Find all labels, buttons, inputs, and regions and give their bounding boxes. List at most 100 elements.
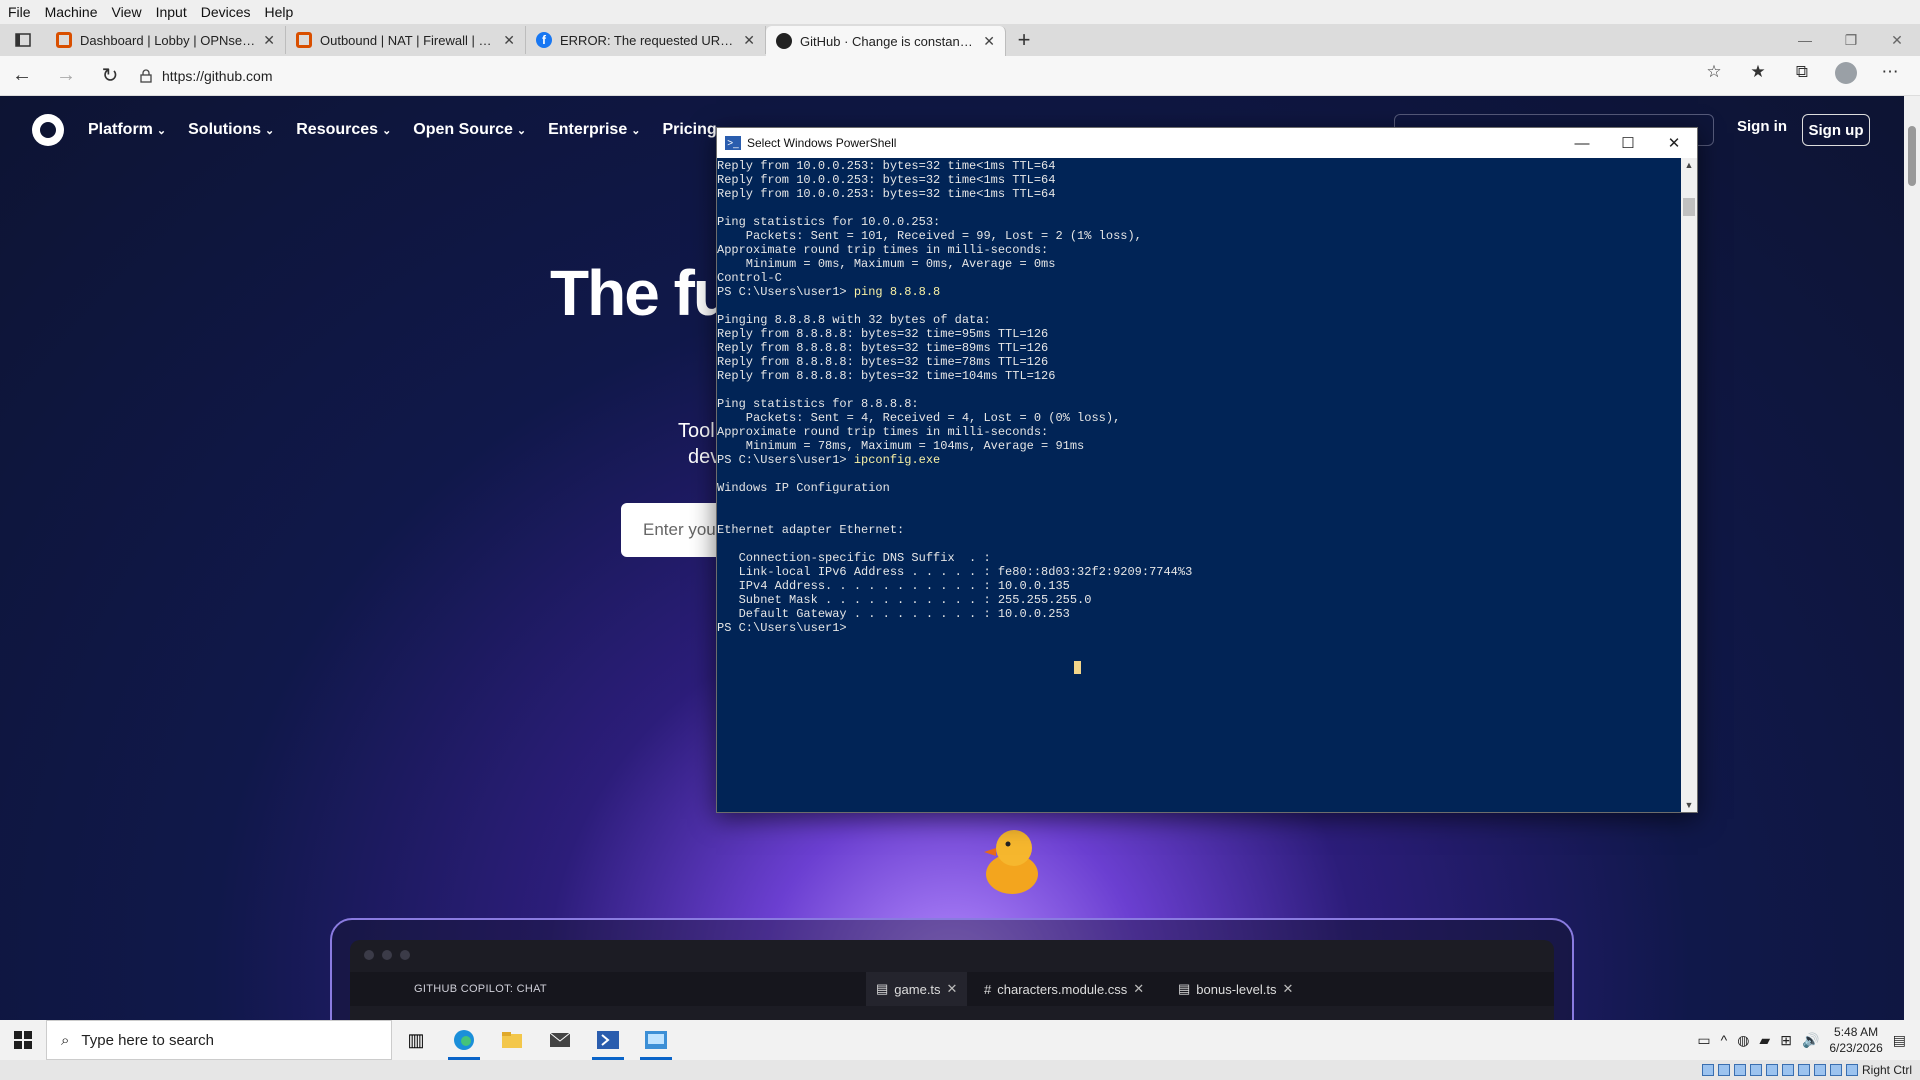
console-line: Reply from 8.8.8.8: bytes=32 time=95ms T… xyxy=(717,327,1681,341)
console-text: IPv4 Address. . . . . . . . . . . : 10.0… xyxy=(717,579,1070,593)
powershell-window[interactable]: >_ Select Windows PowerShell — ☐ ✕ Reply… xyxy=(716,127,1698,813)
scrollbar-thumb[interactable] xyxy=(1683,198,1695,216)
back-button[interactable]: ← xyxy=(0,64,44,87)
shared-folders-icon[interactable] xyxy=(1781,1064,1794,1076)
chevron-up-icon[interactable]: ^ xyxy=(1721,1032,1728,1048)
nav-enterprise[interactable]: Enterprise ⌄ xyxy=(548,121,640,139)
menu-input[interactable]: Input xyxy=(156,4,187,20)
battery-icon[interactable]: ▰ xyxy=(1759,1032,1770,1049)
console-output[interactable]: Reply from 10.0.0.253: bytes=32 time<1ms… xyxy=(717,158,1681,812)
start-button[interactable] xyxy=(0,1020,46,1060)
tab-github[interactable]: GitHub · Change is constant. Git ✕ xyxy=(766,26,1006,56)
close-tab-icon[interactable]: ✕ xyxy=(503,32,515,49)
menu-devices[interactable]: Devices xyxy=(201,4,251,20)
powershell-titlebar[interactable]: >_ Select Windows PowerShell — ☐ ✕ xyxy=(717,128,1697,158)
recording-icon[interactable] xyxy=(1813,1064,1826,1076)
console-line: Minimum = 78ms, Maximum = 104ms, Average… xyxy=(717,439,1681,453)
console-line: Reply from 10.0.0.253: bytes=32 time<1ms… xyxy=(717,159,1681,173)
console-scrollbar[interactable]: ▲ ▼ xyxy=(1681,158,1697,812)
more-icon[interactable]: ⋯ xyxy=(1872,62,1908,89)
control-panel-icon[interactable] xyxy=(632,1020,680,1060)
display-icon[interactable] xyxy=(1797,1064,1810,1076)
tab-opnsense-nat[interactable]: Outbound | NAT | Firewall | OPN ✕ xyxy=(286,26,526,54)
console-line: Reply from 8.8.8.8: bytes=32 time=104ms … xyxy=(717,369,1681,383)
menu-machine[interactable]: Machine xyxy=(45,4,98,20)
page-scrollbar[interactable] xyxy=(1904,96,1920,1020)
volume-icon[interactable]: 🔊 xyxy=(1802,1032,1819,1049)
restore-icon[interactable]: ❐ xyxy=(1828,24,1874,56)
new-tab-button[interactable]: + xyxy=(1006,27,1042,53)
console-line: Packets: Sent = 101, Received = 99, Lost… xyxy=(717,229,1681,243)
ide-tab-characters[interactable]: # characters.module.css ✕ xyxy=(974,972,1154,1006)
console-line: Link-local IPv6 Address . . . . . : fe80… xyxy=(717,565,1681,579)
console-line: Subnet Mask . . . . . . . . . . . : 255.… xyxy=(717,593,1681,607)
ide-tab-bonus-level[interactable]: ▤ bonus-level.ts ✕ xyxy=(1168,972,1303,1006)
scrollbar-thumb[interactable] xyxy=(1908,126,1916,186)
console-line: Approximate round trip times in milli-se… xyxy=(717,425,1681,439)
nav-pricing[interactable]: Pricing xyxy=(662,121,716,139)
favorites-icon[interactable]: ★ xyxy=(1740,62,1776,89)
maximize-icon[interactable]: ☐ xyxy=(1605,128,1651,158)
optical-drive-icon[interactable] xyxy=(1717,1064,1730,1076)
hdd-icon[interactable] xyxy=(1701,1064,1714,1076)
taskbar-search-input[interactable]: ⌕ Type here to search xyxy=(46,1020,392,1060)
news-widget-icon[interactable]: ▭ xyxy=(1697,1032,1710,1049)
close-icon: ✕ xyxy=(946,981,958,996)
task-view-icon[interactable]: ▥ xyxy=(392,1020,440,1060)
chevron-down-icon: ⌄ xyxy=(156,125,167,137)
network-icon[interactable]: ⊞ xyxy=(1780,1032,1792,1049)
collections-icon[interactable]: ⧉ xyxy=(1784,62,1820,89)
console-line: Ethernet adapter Ethernet: xyxy=(717,523,1681,537)
add-favorite-icon[interactable]: ☆ xyxy=(1696,62,1732,89)
sign-in-link[interactable]: Sign in xyxy=(1737,118,1787,135)
nav-platform[interactable]: Platform ⌄ xyxy=(88,121,166,139)
tray-app-icon[interactable]: ◍ xyxy=(1737,1032,1749,1049)
menu-file[interactable]: File xyxy=(8,4,31,20)
console-line: Pinging 8.8.8.8 with 32 bytes of data: xyxy=(717,313,1681,327)
profile-button[interactable] xyxy=(1828,62,1864,89)
powershell-taskbar-icon[interactable] xyxy=(584,1020,632,1060)
ide-tab-game[interactable]: ▤ game.ts ✕ xyxy=(866,972,968,1006)
sign-up-button[interactable]: Sign up xyxy=(1802,114,1870,146)
file-explorer-icon[interactable] xyxy=(488,1020,536,1060)
scroll-down-icon[interactable]: ▼ xyxy=(1681,800,1697,810)
console-text: Ethernet adapter Ethernet: xyxy=(717,523,905,537)
menu-view[interactable]: View xyxy=(111,4,141,20)
minimize-icon[interactable]: — xyxy=(1782,24,1828,56)
cpu-icon[interactable] xyxy=(1829,1064,1842,1076)
nav-open-source[interactable]: Open Source ⌄ xyxy=(413,121,526,139)
hero-subtext-line1: Tool xyxy=(678,420,715,442)
network-adapter-icon[interactable] xyxy=(1749,1064,1762,1076)
close-tab-icon[interactable]: ✕ xyxy=(983,33,995,50)
mouse-integration-icon[interactable] xyxy=(1845,1064,1858,1076)
usb-icon[interactable] xyxy=(1765,1064,1778,1076)
tab-facebook-error[interactable]: f ERROR: The requested URL coul ✕ xyxy=(526,26,766,54)
github-logo-icon[interactable] xyxy=(32,114,64,146)
forward-button[interactable]: → xyxy=(44,64,88,87)
minimize-icon[interactable]: — xyxy=(1559,128,1605,158)
console-text: Reply from 8.8.8.8: bytes=32 time=95ms T… xyxy=(717,327,1049,341)
scroll-up-icon[interactable]: ▲ xyxy=(1681,160,1697,170)
console-text: Packets: Sent = 4, Received = 4, Lost = … xyxy=(717,411,1121,425)
console-text: Approximate round trip times in milli-se… xyxy=(717,425,1049,439)
close-icon[interactable]: ✕ xyxy=(1874,24,1920,56)
close-tab-icon[interactable]: ✕ xyxy=(743,32,755,49)
audio-icon[interactable] xyxy=(1733,1064,1746,1076)
console-line: Connection-specific DNS Suffix . : xyxy=(717,551,1681,565)
nav-solutions[interactable]: Solutions ⌄ xyxy=(188,121,274,139)
address-field[interactable]: https://github.com xyxy=(140,61,1696,91)
tab-actions-button[interactable] xyxy=(0,24,46,56)
copilot-chat-label: GITHUB COPILOT: CHAT xyxy=(414,983,547,995)
menu-help[interactable]: Help xyxy=(265,4,294,20)
mail-icon[interactable] xyxy=(536,1020,584,1060)
close-tab-icon[interactable]: ✕ xyxy=(263,32,275,49)
close-icon[interactable]: ✕ xyxy=(1651,128,1697,158)
console-line: Reply from 8.8.8.8: bytes=32 time=89ms T… xyxy=(717,341,1681,355)
tab-opnsense-dashboard[interactable]: Dashboard | Lobby | OPNsense.i ✕ xyxy=(46,26,286,54)
clock[interactable]: 5:48 AM 6/23/2026 xyxy=(1829,1024,1882,1056)
notifications-icon[interactable]: ▤ xyxy=(1893,1032,1906,1049)
edge-icon[interactable] xyxy=(440,1020,488,1060)
nav-resources[interactable]: Resources ⌄ xyxy=(296,121,391,139)
refresh-button[interactable]: ↻ xyxy=(88,63,132,88)
window-dots xyxy=(364,950,410,960)
